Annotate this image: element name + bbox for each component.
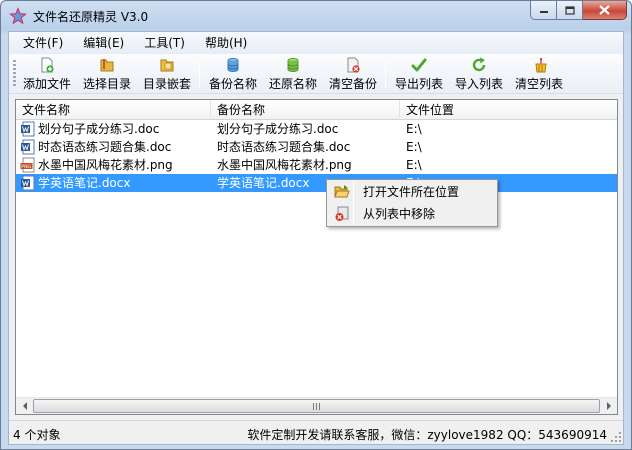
star-app-icon [9,7,27,25]
menu-file[interactable]: 文件(F) [13,33,73,53]
database-blue-icon [227,58,239,72]
resize-grip-icon[interactable] [611,432,622,443]
select-directory-button[interactable]: 选择目录 [81,56,133,92]
clear-list-label: 清空列表 [514,77,563,91]
nested-folder-icon [160,59,174,72]
file-list-view[interactable]: 文件名称 备份名称 文件位置 划分句子成分练习.doc 划分句子成分练习.doc… [15,99,618,415]
menu-help[interactable]: 帮助(H) [195,33,257,53]
file-name-cell: 划分句子成分练习.doc [38,122,160,136]
refresh-icon [472,57,486,72]
minimize-button[interactable] [530,1,557,20]
column-header-backup-name[interactable]: 备份名称 [211,100,400,120]
object-count: 4 个对象 [13,428,61,442]
toolbar: 添加文件 选择目录 目录嵌套 备份名称 还原名称 清空备份 导出列表 导入列表 … [9,54,623,94]
remove-from-list-label: 从列表中移除 [363,207,436,221]
minimize-icon [539,11,548,13]
title-bar[interactable]: 文件名还原精灵 V3.0 [1,1,631,31]
clear-backup-button[interactable]: 清空备份 [327,56,379,92]
app-window: 文件名还原精灵 V3.0 文件(F) 编辑(E) 工具(T) 帮助(H) 添加文… [0,0,632,450]
backup-names-label: 备份名称 [208,77,257,91]
remove-from-list-menu-item[interactable]: 从列表中移除 [329,204,495,224]
window-title: 文件名还原精灵 V3.0 [33,10,149,24]
column-header-file-location[interactable]: 文件位置 [400,100,617,120]
table-row[interactable]: PNG 水墨中国风梅花素材.png 水墨中国风梅花素材.png E:\ [16,156,617,174]
menu-bar: 文件(F) 编辑(E) 工具(T) 帮助(H) [9,32,623,54]
open-folder-icon [334,185,350,198]
check-icon [411,58,427,72]
backup-name-cell: 划分句子成分练习.doc [217,122,339,136]
remove-icon [335,206,349,221]
horizontal-scrollbar[interactable] [16,397,617,414]
import-list-label: 导入列表 [454,77,503,91]
status-bar: 4 个对象 软件定制开发请联系客服，微信：zyylove1982 QQ：5436… [9,420,623,444]
column-header-file-name[interactable]: 文件名称 [16,100,211,120]
png-image-icon: PNG [20,157,35,173]
scroll-thumb[interactable] [33,399,600,413]
scroll-right-button[interactable] [600,398,617,414]
add-file-label: 添加文件 [22,77,71,91]
maximize-button[interactable] [557,1,583,20]
file-name-cell: 水墨中国风梅花素材.png [38,158,173,172]
word-doc-icon [21,121,35,137]
list-header: 文件名称 备份名称 文件位置 [16,100,617,120]
maximize-icon [564,5,575,15]
contact-info: 软件定制开发请联系客服，微信：zyylove1982 QQ：543690914 [247,428,607,442]
word-doc-icon [21,139,35,155]
database-green-icon [287,58,299,72]
scroll-thumb-grip [312,403,322,410]
nested-directory-label: 目录嵌套 [142,77,191,91]
nested-directory-button[interactable]: 目录嵌套 [141,56,193,92]
folder-icon [100,59,114,72]
backup-name-cell: 水墨中国风梅花素材.png [217,158,352,172]
caption-buttons [530,1,627,21]
table-row[interactable]: 时态语态练习题合集.doc 时态语态练习题合集.doc E:\ [16,138,617,156]
toolbar-separator [385,60,386,88]
clear-backup-icon [347,57,360,73]
chevron-right-icon [606,402,611,410]
open-file-location-label: 打开文件所在位置 [363,185,460,199]
file-name-cell: 时态语态练习题合集.doc [38,140,172,154]
client-area: 文件(F) 编辑(E) 工具(T) 帮助(H) 添加文件 选择目录 目录嵌套 备… [8,31,624,445]
restore-names-label: 还原名称 [268,77,317,91]
backup-name-cell: 时态语态练习题合集.doc [217,140,351,154]
table-row-selected[interactable]: 学英语笔记.docx 学英语笔记.docx E:\ [16,174,617,192]
export-list-label: 导出列表 [394,77,443,91]
add-file-icon [41,57,54,73]
export-list-button[interactable]: 导出列表 [393,56,445,92]
clear-list-button[interactable]: 清空列表 [513,56,565,92]
backup-names-button[interactable]: 备份名称 [207,56,259,92]
word-doc-icon [21,175,35,191]
file-name-cell: 学英语笔记.docx [38,176,131,190]
import-list-button[interactable]: 导入列表 [453,56,505,92]
open-file-location-menu-item[interactable]: 打开文件所在位置 [329,182,495,202]
file-location-cell: E:\ [406,158,422,172]
clear-backup-label: 清空备份 [328,77,377,91]
broom-icon [535,58,547,73]
menu-tools[interactable]: 工具(T) [134,33,195,53]
context-menu: 打开文件所在位置 从列表中移除 [326,179,498,227]
close-icon [599,5,610,15]
menu-edit[interactable]: 编辑(E) [73,33,134,53]
toolbar-separator [199,60,200,88]
add-file-button[interactable]: 添加文件 [21,56,73,92]
scroll-left-button[interactable] [16,398,33,414]
chevron-left-icon [22,402,27,410]
toolbar-grip[interactable] [13,60,16,88]
restore-names-button[interactable]: 还原名称 [267,56,319,92]
select-directory-label: 选择目录 [82,77,131,91]
svg-text:PNG: PNG [21,164,31,170]
file-location-cell: E:\ [406,140,422,154]
file-location-cell: E:\ [406,122,422,136]
close-button[interactable] [583,1,627,20]
table-row[interactable]: 划分句子成分练习.doc 划分句子成分练习.doc E:\ [16,120,617,138]
